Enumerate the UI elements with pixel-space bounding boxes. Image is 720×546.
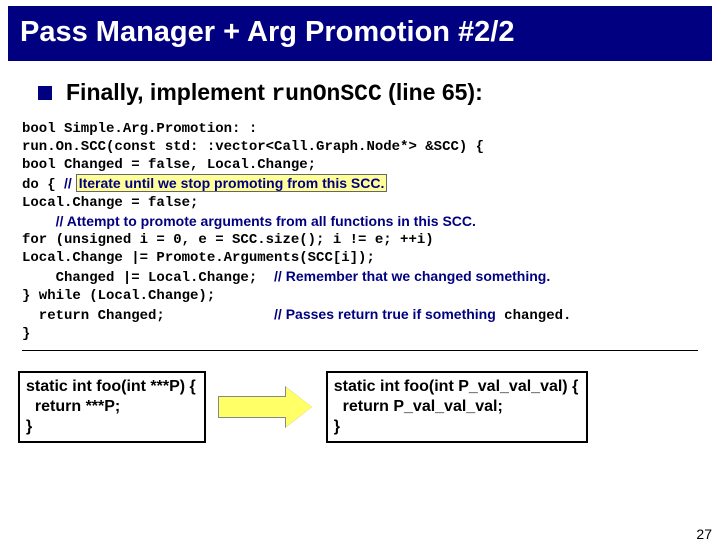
comment-tail: changed.: [496, 308, 572, 324]
comment: // Remember that we changed something.: [274, 268, 550, 284]
code-line: do { // Iterate until we stop promoting …: [22, 175, 698, 195]
code-line: Local.Change = false;: [22, 195, 698, 213]
code-block: bool Simple.Arg.Promotion: : run.On.SCC(…: [22, 121, 698, 351]
code-line: } while (Local.Change);: [22, 288, 698, 306]
bullet-row: Finally, implement runOnSCC (line 65):: [38, 79, 692, 107]
comment: // Passes return true if something: [274, 306, 496, 322]
slide-title: Pass Manager + Arg Promotion #2/2: [8, 6, 712, 61]
comment-text: Attempt to promote arguments from all fu…: [67, 213, 476, 229]
code-indent: [22, 215, 56, 231]
bullet-square-icon: [38, 86, 52, 100]
bullet-suffix: (line 65):: [382, 79, 483, 105]
code-line: for (unsigned i = 0, e = SCC.size(); i !…: [22, 232, 698, 250]
comment: // Attempt to promote arguments from all…: [56, 213, 476, 229]
comment-highlight: Iterate until we stop promoting from thi…: [76, 174, 388, 192]
comment: // Iterate until we stop promoting from …: [64, 174, 387, 192]
bullet-text: Finally, implement runOnSCC (line 65):: [66, 79, 483, 107]
code-line: bool Simple.Arg.Promotion: :: [22, 121, 698, 139]
comment-slashes: //: [274, 306, 286, 322]
code-line: run.On.SCC(const std: :vector<Call.Graph…: [22, 139, 698, 157]
code-line: Changed |= Local.Change; // Remember tha…: [22, 268, 698, 288]
transformation-row: static int foo(int ***P) { return ***P; …: [18, 371, 702, 443]
comment-text: Remember that we changed something.: [286, 268, 551, 284]
code-line: Local.Change |= Promote.Arguments(SCC[i]…: [22, 250, 698, 268]
comment-slashes: //: [64, 175, 76, 191]
comment-text: Passes return true if something: [286, 306, 496, 322]
comment-slashes: //: [274, 268, 286, 284]
code-line: return Changed; // Passes return true if…: [22, 306, 698, 326]
comment-slashes: //: [56, 213, 67, 229]
after-snippet: static int foo(int P_val_val_val) { retu…: [326, 371, 589, 443]
code-line: }: [22, 326, 698, 344]
bullet-prefix: Finally, implement: [66, 79, 271, 105]
bullet-code: runOnSCC: [271, 81, 381, 107]
code-text: do {: [22, 177, 64, 193]
code-text: Changed |= Local.Change;: [22, 270, 274, 286]
code-line: bool Changed = false, Local.Change;: [22, 157, 698, 175]
before-snippet: static int foo(int ***P) { return ***P; …: [18, 371, 206, 443]
code-text: return Changed;: [22, 308, 274, 324]
arrow-icon: [218, 388, 314, 426]
code-line: // Attempt to promote arguments from all…: [22, 213, 698, 233]
